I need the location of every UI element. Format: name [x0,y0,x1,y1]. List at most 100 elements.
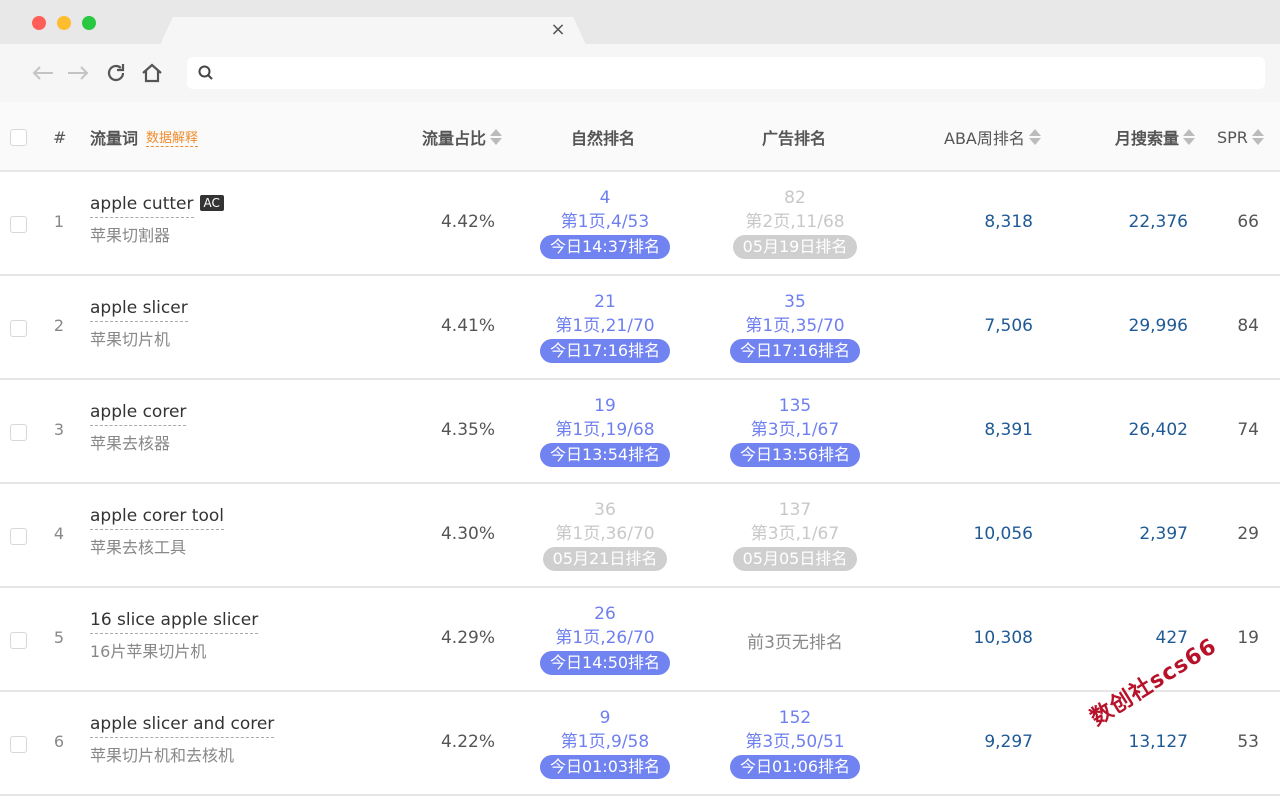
ad-rank-page[interactable]: 第3页,1/67 [705,418,885,442]
organic-rank-page[interactable]: 第1页,21/70 [515,314,695,338]
keyword-en[interactable]: apple slicer [90,298,188,322]
row-checkbox[interactable] [10,736,27,753]
organic-rank-page[interactable]: 第1页,36/70 [515,522,695,546]
ad-rank-cell: 82 第2页,11/68 05月19日排名 [705,186,885,259]
organic-rank-time-badge: 今日13:54排名 [539,443,671,467]
aba-rank-value[interactable]: 8,391 [930,420,1033,440]
ad-rank-cell: 前3页无排名 [705,628,885,653]
select-all-checkbox[interactable] [10,128,27,146]
organic-rank-page[interactable]: 第1页,9/58 [515,730,695,754]
aba-rank-value[interactable]: 7,506 [930,316,1033,336]
organic-rank-page[interactable]: 第1页,19/68 [515,418,695,442]
maximize-window-button[interactable] [82,16,96,30]
ad-rank-number[interactable]: 137 [705,498,885,522]
sort-icon[interactable] [1251,129,1264,145]
organic-rank-number[interactable]: 21 [515,290,695,314]
keyword-cn: 苹果切割器 [90,226,171,245]
sort-icon[interactable] [490,129,503,145]
row-index: 5 [53,628,65,647]
row-index: 2 [53,316,65,335]
spr-header[interactable]: SPR [1217,102,1264,172]
keyword-header-label: 流量词 [90,129,139,148]
ad-rank-page[interactable]: 第2页,11/68 [705,210,885,234]
organic-rank-page[interactable]: 第1页,4/53 [515,210,695,234]
spr-value: 53 [1237,732,1259,752]
ad-rank-number[interactable]: 35 [705,290,885,314]
table-row: 5 16 slice apple slicer 16片苹果切片机 4.29% 2… [0,588,1280,692]
monthly-search-value[interactable]: 29,996 [1080,316,1188,336]
row-checkbox[interactable] [10,320,27,337]
row-checkbox[interactable] [10,528,27,545]
organic-rank-number[interactable]: 26 [515,602,695,626]
forward-arrow-icon[interactable] [66,61,90,85]
aba-rank-header[interactable]: ABA周排名 [944,102,1041,172]
monthly-search-value[interactable]: 26,402 [1080,420,1188,440]
table-row: 3 apple corer 苹果去核器 4.35% 19 第1页,19/68 今… [0,380,1280,484]
keyword-cell: apple slicer and corer 苹果切片机和去核机 [90,714,275,766]
keyword-header: 流量词 数据解释 [90,102,199,172]
keyword-cn: 苹果切片机 [90,330,171,349]
minimize-window-button[interactable] [57,16,71,30]
ad-rank-number[interactable]: 135 [705,394,885,418]
ad-rank-time-badge: 今日13:56排名 [729,443,861,467]
monthly-search-header[interactable]: 月搜索量 [1115,102,1196,172]
row-checkbox[interactable] [10,632,27,649]
aba-rank-value[interactable]: 9,297 [930,732,1033,752]
close-window-button[interactable] [32,16,46,30]
browser-tab[interactable] [160,17,586,45]
sort-icon[interactable] [1183,129,1196,145]
monthly-search-value[interactable]: 13,127 [1080,732,1188,752]
ad-rank-page[interactable]: 第3页,1/67 [705,522,885,546]
address-bar[interactable] [187,57,1265,89]
data-explain-link[interactable]: 数据解释 [146,127,199,147]
sort-icon[interactable] [1028,129,1041,145]
table-header: # 流量词 数据解释 流量占比 自然排名 广告排名 ABA周排名 月搜索量 SP… [0,102,1280,172]
keyword-en[interactable]: 16 slice apple slicer [90,610,259,634]
organic-rank-header: 自然排名 [571,129,636,148]
organic-rank-number[interactable]: 9 [515,706,695,730]
ad-rank-number[interactable]: 152 [705,706,885,730]
traffic-share-value: 4.22% [440,732,495,752]
keyword-cn: 苹果去核工具 [90,538,187,557]
ad-rank-page[interactable]: 第3页,50/51 [705,730,885,754]
back-arrow-icon[interactable] [31,61,55,85]
row-checkbox[interactable] [10,424,27,441]
reload-icon[interactable] [104,61,128,85]
ad-rank-number[interactable]: 82 [705,186,885,210]
ad-rank-time-badge: 今日17:16排名 [729,339,861,363]
spr-value: 66 [1237,212,1259,232]
keyword-cell: apple corer 苹果去核器 [90,402,187,454]
home-icon[interactable] [140,61,164,85]
organic-rank-page[interactable]: 第1页,26/70 [515,626,695,650]
spr-value: 19 [1237,628,1259,648]
keyword-en[interactable]: apple corer tool [90,506,224,530]
ad-rank-page[interactable]: 第1页,35/70 [705,314,885,338]
aba-rank-value[interactable]: 10,308 [930,628,1033,648]
monthly-search-value[interactable]: 22,376 [1080,212,1188,232]
organic-rank-cell: 9 第1页,9/58 今日01:03排名 [515,706,695,779]
aba-rank-value[interactable]: 8,318 [930,212,1033,232]
row-checkbox[interactable] [10,216,27,233]
monthly-search-value[interactable]: 427 [1080,628,1188,648]
keyword-cn: 苹果切片机和去核机 [90,746,235,765]
tab-close-icon[interactable]: × [548,20,568,40]
keyword-en[interactable]: apple cutter [90,194,194,218]
keyword-cell: apple slicer 苹果切片机 [90,298,188,350]
keyword-en[interactable]: apple slicer and corer [90,714,275,738]
row-index: 3 [53,420,65,439]
table-row: 1 apple cutter AC 苹果切割器 4.42% 4 第1页,4/53 … [0,172,1280,276]
organic-rank-time-badge: 今日14:37排名 [539,235,671,259]
traffic-share-header[interactable]: 流量占比 [422,102,503,172]
monthly-search-value[interactable]: 2,397 [1080,524,1188,544]
organic-rank-number[interactable]: 36 [515,498,695,522]
row-index: 4 [53,524,65,543]
aba-rank-value[interactable]: 10,056 [930,524,1033,544]
organic-rank-number[interactable]: 4 [515,186,695,210]
browser-tabbar: × [0,0,1280,45]
row-index: 1 [53,212,65,231]
organic-rank-number[interactable]: 19 [515,394,695,418]
table-row: 4 apple corer tool 苹果去核工具 4.30% 36 第1页,3… [0,484,1280,588]
ad-rank-time-badge: 05月05日排名 [732,547,858,571]
keyword-en[interactable]: apple corer [90,402,187,426]
ad-rank-header: 广告排名 [762,129,827,148]
